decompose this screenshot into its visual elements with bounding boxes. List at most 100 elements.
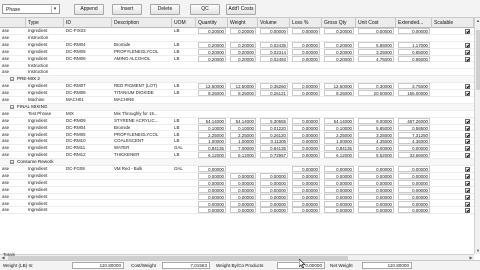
net-weight-field[interactable]: 110.80000	[362, 262, 412, 269]
weight-cell[interactable]: 6.12000	[230, 152, 256, 159]
scalable-checkbox[interactable]	[465, 56, 470, 62]
weight-cell[interactable]	[230, 69, 256, 75]
volume-cell[interactable]: 0.26120	[260, 131, 288, 138]
quantity-cell[interactable]	[198, 35, 226, 41]
collapse-toggle-icon[interactable]: −	[10, 77, 14, 82]
volume-cell[interactable]: 0.02435	[260, 41, 288, 48]
loss-cell[interactable]: 0.00000	[292, 117, 320, 124]
unit-cost-cell[interactable]: 4.75000	[358, 55, 394, 62]
weight-cell[interactable]	[230, 97, 256, 103]
gross-qty-cell[interactable]: 2.25000	[324, 131, 354, 138]
weight-cell[interactable]: 0.20000	[230, 55, 256, 62]
gross-qty-cell[interactable]: 0.84135	[324, 145, 354, 152]
table-row[interactable]: ase Ingredient 0.00000 0.00000 0.00000 0.0000…	[0, 193, 474, 201]
table-row[interactable]: ase Machine MACH01 MACHINE	[0, 97, 474, 104]
extended-cell[interactable]: 0.00000	[398, 166, 430, 172]
quantity-cell[interactable]: 0.00000	[198, 200, 226, 207]
addl-costs-button[interactable]: Add'l Costs	[226, 4, 256, 15]
extended-cell[interactable]: 1.17000	[398, 41, 430, 48]
gross-qty-cell[interactable]: 54.14000	[324, 117, 354, 124]
gross-qty-cell[interactable]: 0.20000	[324, 55, 354, 62]
unit-cost-cell[interactable]: 4.35000	[358, 138, 394, 145]
unit-cost-cell[interactable]: 0.00000	[358, 179, 394, 186]
table-row[interactable]: ase Ingredient DC-FG08 VM Red - Bulk GAL 0.00…	[0, 166, 474, 173]
col-volume-header[interactable]: Volume	[258, 18, 290, 28]
extended-cell[interactable]: 33.66000	[398, 152, 430, 159]
table-row[interactable]: ase Ingredient 0.00000 0.00000 0.00000 0.0000…	[0, 200, 474, 208]
gross-qty-cell[interactable]	[324, 63, 354, 69]
group-row[interactable]: − PRE-MIX 2	[0, 76, 474, 84]
extended-cell[interactable]: 0.00000	[398, 179, 430, 186]
unit-cost-cell[interactable]	[358, 35, 394, 41]
volume-cell[interactable]: 0.35260	[260, 83, 288, 90]
table-row[interactable]: ase Instruction	[0, 35, 474, 42]
extended-cell[interactable]: 165.00000	[398, 90, 430, 97]
volume-cell[interactable]: 0.00000	[260, 172, 288, 179]
col-scalable-header[interactable]: Scalable	[432, 18, 474, 28]
volume-cell[interactable]: 0.01220	[260, 124, 288, 131]
volume-cell[interactable]: 0.00000	[260, 179, 288, 186]
extended-cell[interactable]: 0.00000	[398, 186, 430, 193]
unit-cost-cell[interactable]: 5.85000	[358, 124, 394, 131]
weight-total-field[interactable]: 110.80000	[72, 262, 124, 269]
quantity-cell[interactable]: 12.50000	[198, 83, 226, 90]
scalable-checkbox[interactable]	[465, 167, 470, 172]
scalable-checkbox[interactable]	[465, 180, 470, 186]
unit-cost-cell[interactable]	[358, 111, 394, 117]
table-row[interactable]: ase Ingredient DC-RM04 Bromide LB 0.10000 0.10…	[0, 124, 474, 132]
collapse-toggle-icon[interactable]: −	[10, 104, 14, 109]
volume-cell[interactable]: 0.00000	[260, 186, 288, 193]
weight-cell[interactable]: 0.00000	[230, 179, 256, 186]
weight-cell[interactable]: 1.00000	[230, 138, 256, 145]
scalable-checkbox[interactable]	[465, 125, 470, 131]
scalable-checkbox[interactable]	[465, 42, 470, 48]
loss-cell[interactable]: 0.00000	[292, 172, 320, 179]
unit-cost-cell[interactable]: 3.25000	[358, 48, 394, 55]
col-loss-header[interactable]: Loss %	[290, 18, 322, 28]
scalable-checkbox[interactable]	[465, 49, 470, 55]
extended-cell[interactable]	[398, 111, 430, 117]
extended-cell[interactable]	[398, 35, 430, 41]
delete-button[interactable]: Delete	[150, 4, 180, 15]
extended-cell[interactable]: 7.31250	[398, 131, 430, 138]
volume-cell[interactable]: 0.00000	[260, 200, 288, 207]
quantity-cell[interactable]	[198, 111, 226, 117]
loss-cell[interactable]: 0.00000	[292, 55, 320, 62]
phase-dropdown[interactable]: Phase ▾	[2, 4, 60, 14]
col-extended-header[interactable]: Extended...	[396, 18, 432, 28]
weight-cell[interactable]	[230, 63, 256, 69]
quantity-cell[interactable]: 0.00000	[198, 193, 226, 200]
table-row[interactable]: ase Test Phrase MIX Mix Throughly for 15...	[0, 111, 474, 118]
table-row[interactable]: ase Ingredient DC-RM05 PROPYLENEGLYCOL LB 0.2…	[0, 48, 474, 56]
gross-qty-cell[interactable]: 0.10000	[324, 124, 354, 131]
gross-qty-cell[interactable]: 0.00000	[324, 200, 354, 207]
scalable-checkbox[interactable]	[465, 91, 470, 97]
unit-cost-cell[interactable]: 0.00000	[358, 166, 394, 172]
extended-cell[interactable]: 3.75000	[398, 83, 430, 90]
extended-cell[interactable]: 0.00000	[398, 28, 430, 34]
loss-cell[interactable]: 0.00000	[292, 179, 320, 186]
col-quantity-header[interactable]: Quantity	[196, 18, 228, 28]
gross-qty-cell[interactable]: 0.00000	[324, 207, 354, 214]
unit-cost-cell[interactable]	[358, 97, 394, 103]
volume-cell[interactable]: 0.25121	[260, 90, 288, 97]
scalable-checkbox[interactable]	[465, 201, 470, 207]
table-row[interactable]: ase Ingredient 0.00000 0.00000 0.00000 0.0000…	[0, 186, 474, 194]
volume-cell[interactable]	[260, 166, 288, 172]
weight-cell[interactable]: 0.20000	[230, 28, 256, 34]
gross-qty-cell[interactable]: 0.20000	[324, 41, 354, 48]
gross-qty-cell[interactable]: 0.00000	[324, 186, 354, 193]
chevron-down-icon[interactable]: ▾	[51, 6, 58, 13]
unit-cost-cell[interactable]: 0.00000	[358, 172, 394, 179]
loss-cell[interactable]: 0.00000	[292, 41, 320, 48]
col-description-header[interactable]: Description	[112, 18, 172, 28]
weight-cell[interactable]: 0.00000	[230, 193, 256, 200]
unit-cost-cell[interactable]: 0.00000	[358, 186, 394, 193]
table-row[interactable]: ase Ingredient 0.00000 0.00000 0.00000 0.0000…	[0, 172, 474, 180]
vertical-scrollbar[interactable]: ▲ ▼	[474, 18, 480, 254]
unit-cost-cell[interactable]: 20.00000	[358, 90, 394, 97]
col-unit-cost-header[interactable]: Unit Cost	[356, 18, 396, 28]
extended-cell[interactable]: 0.00000	[398, 200, 430, 207]
gross-qty-cell[interactable]: 0.20000	[324, 48, 354, 55]
weight-cell[interactable]: 0.00000	[230, 186, 256, 193]
